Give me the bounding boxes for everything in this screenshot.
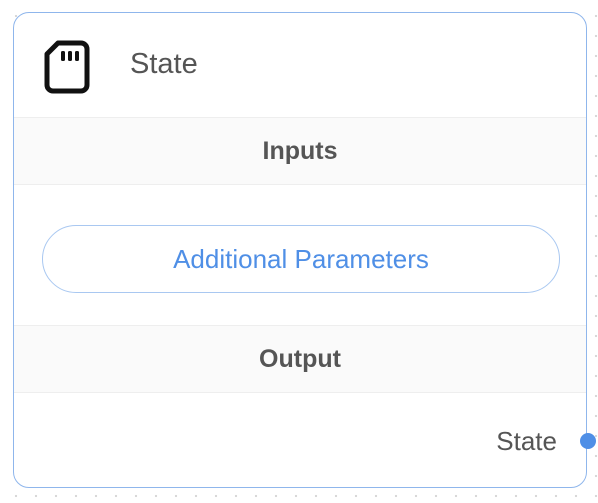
inputs-section-header: Inputs — [14, 117, 586, 185]
output-section-header: Output — [14, 325, 586, 393]
state-node[interactable]: State Inputs Additional Parameters Outpu… — [13, 12, 596, 489]
additional-parameters-button[interactable]: Additional Parameters — [42, 225, 560, 293]
output-handle[interactable] — [580, 433, 596, 449]
output-label-state: State — [496, 426, 557, 456]
node-header: State — [14, 13, 586, 117]
node-title: State — [130, 48, 198, 80]
output-row: State — [14, 393, 596, 489]
sd-card-icon — [43, 39, 91, 95]
